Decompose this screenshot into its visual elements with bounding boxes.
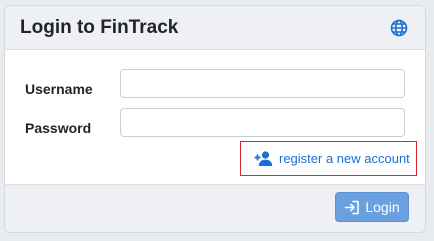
register-link[interactable]: register a new account (240, 141, 417, 176)
user-plus-icon (254, 151, 273, 166)
register-link-label: register a new account (279, 151, 410, 166)
username-label: Username (25, 81, 93, 97)
password-label: Password (25, 120, 92, 136)
globe-icon[interactable] (389, 18, 409, 38)
card-footer: Login (5, 184, 425, 232)
sign-in-icon (344, 200, 360, 215)
card-header: Login to FinTrack (5, 6, 425, 50)
login-button-label: Login (365, 199, 400, 215)
page-title: Login to FinTrack (20, 16, 179, 38)
username-field[interactable] (120, 69, 405, 98)
password-field[interactable] (120, 108, 405, 137)
card-body: Username Password register a new account (5, 50, 425, 184)
login-card: Login to FinTrack Username Password regi… (4, 5, 426, 233)
login-button[interactable]: Login (335, 192, 409, 222)
